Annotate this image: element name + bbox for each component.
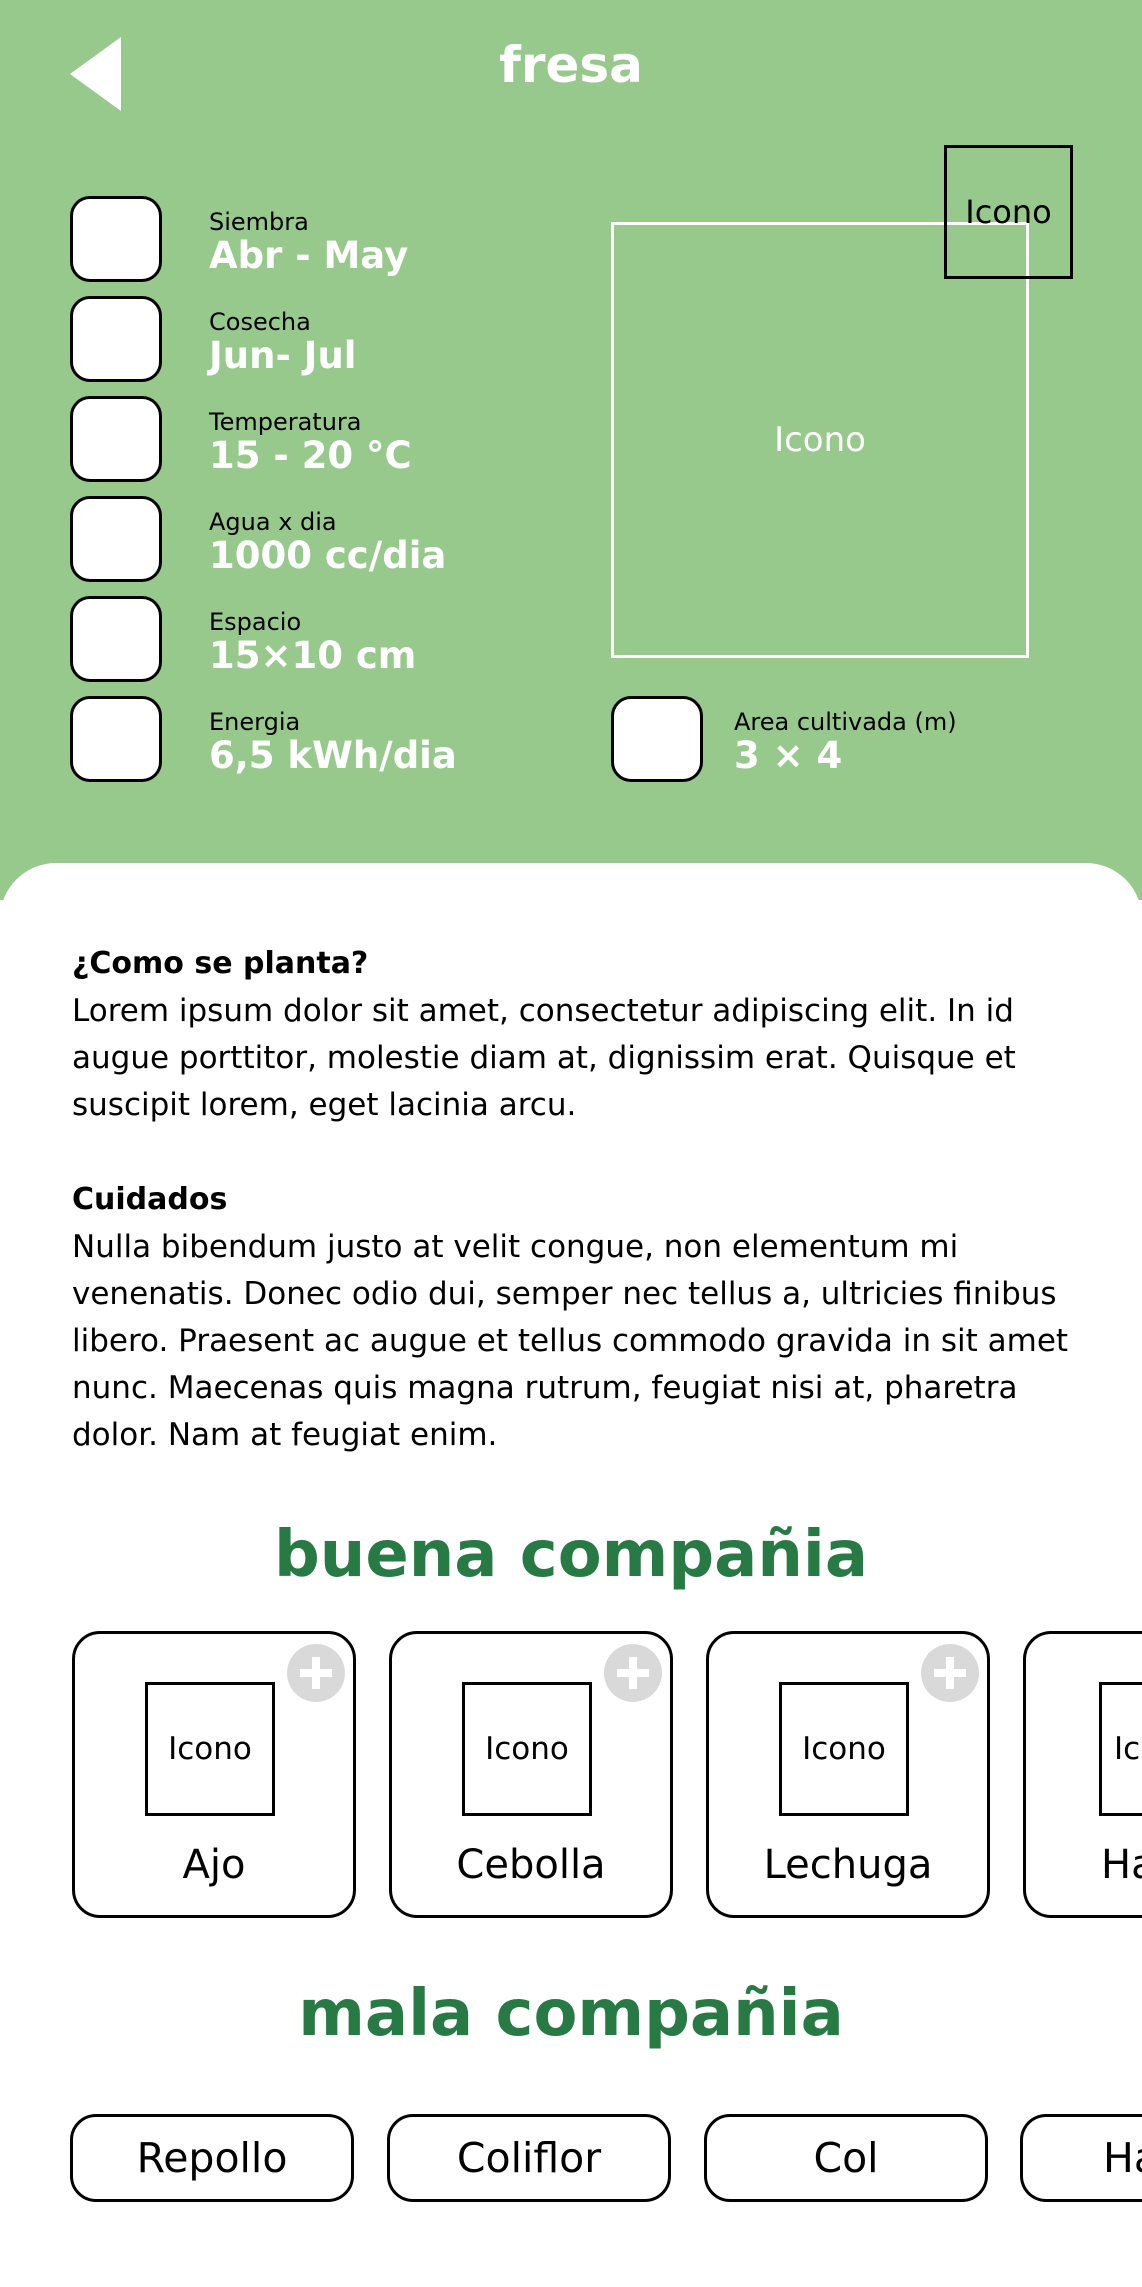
temperature-value: 15 - 20 °C (209, 434, 412, 477)
how-to-plant-title: ¿Como se planta? (72, 946, 369, 981)
energy-label: Energia (209, 708, 301, 736)
header: fresa Siembra Abr - May Cosecha Jun- Jul… (0, 0, 1142, 900)
space-icon-box[interactable] (70, 596, 162, 682)
companion-name: Ajo (182, 1842, 246, 1888)
care-title: Cuidados (72, 1182, 228, 1217)
companion-name: Cebolla (456, 1842, 606, 1888)
sowing-icon-box[interactable] (70, 196, 162, 282)
companion-card-partial[interactable]: Ic Ha (1023, 1631, 1142, 1918)
space-value: 15×10 cm (209, 634, 417, 677)
plant-icon-placeholder: Icono (145, 1682, 275, 1816)
water-value: 1000 cc/dia (209, 534, 447, 577)
area-label: Area cultivada (m) (734, 708, 957, 736)
plant-icon-placeholder: Icono (779, 1682, 909, 1816)
sowing-label: Siembra (209, 208, 309, 236)
page-title: fresa (499, 36, 643, 94)
bad-companion-repollo[interactable]: Repollo (70, 2114, 354, 2202)
plant-image-placeholder: Icono (611, 222, 1029, 658)
companion-name: Lechuga (763, 1842, 933, 1888)
harvest-label: Cosecha (209, 308, 311, 336)
care-text: Nulla bibendum justo at velit congue, no… (72, 1229, 1069, 1453)
harvest-icon-box[interactable] (70, 296, 162, 382)
bad-companion-col[interactable]: Col (704, 2114, 988, 2202)
plant-icon-placeholder: Icono (462, 1682, 592, 1816)
companion-name: Ha (1101, 1842, 1142, 1888)
good-companions-title: buena compañia (273, 1518, 869, 1592)
add-plus-icon[interactable] (604, 1644, 662, 1702)
sowing-value: Abr - May (209, 234, 409, 277)
companion-card-cebolla[interactable]: Icono Cebolla (389, 1631, 673, 1918)
energy-value: 6,5 kWh/dia (209, 734, 457, 777)
how-to-plant-text: Lorem ipsum dolor sit amet, consectetur … (72, 993, 1016, 1123)
area-value: 3 × 4 (734, 734, 843, 777)
water-icon-box[interactable] (70, 496, 162, 582)
plant-icon-placeholder: Ic (1099, 1682, 1142, 1816)
add-plus-icon[interactable] (921, 1644, 979, 1702)
space-label: Espacio (209, 608, 302, 636)
companion-card-ajo[interactable]: Icono Ajo (72, 1631, 356, 1918)
water-label: Agua x dia (209, 508, 337, 536)
bad-companions-title: mala compañia (298, 1977, 844, 2051)
harvest-value: Jun- Jul (209, 334, 357, 377)
bad-companion-coliflor[interactable]: Coliflor (387, 2114, 671, 2202)
area-icon-box[interactable] (611, 696, 703, 782)
temperature-icon-box[interactable] (70, 396, 162, 482)
bad-companion-partial[interactable]: Ha (1020, 2114, 1142, 2202)
plant-badge-placeholder: Icono (944, 145, 1073, 279)
add-plus-icon[interactable] (287, 1644, 345, 1702)
energy-icon-box[interactable] (70, 696, 162, 782)
temperature-label: Temperatura (209, 408, 362, 436)
companion-card-lechuga[interactable]: Icono Lechuga (706, 1631, 990, 1918)
